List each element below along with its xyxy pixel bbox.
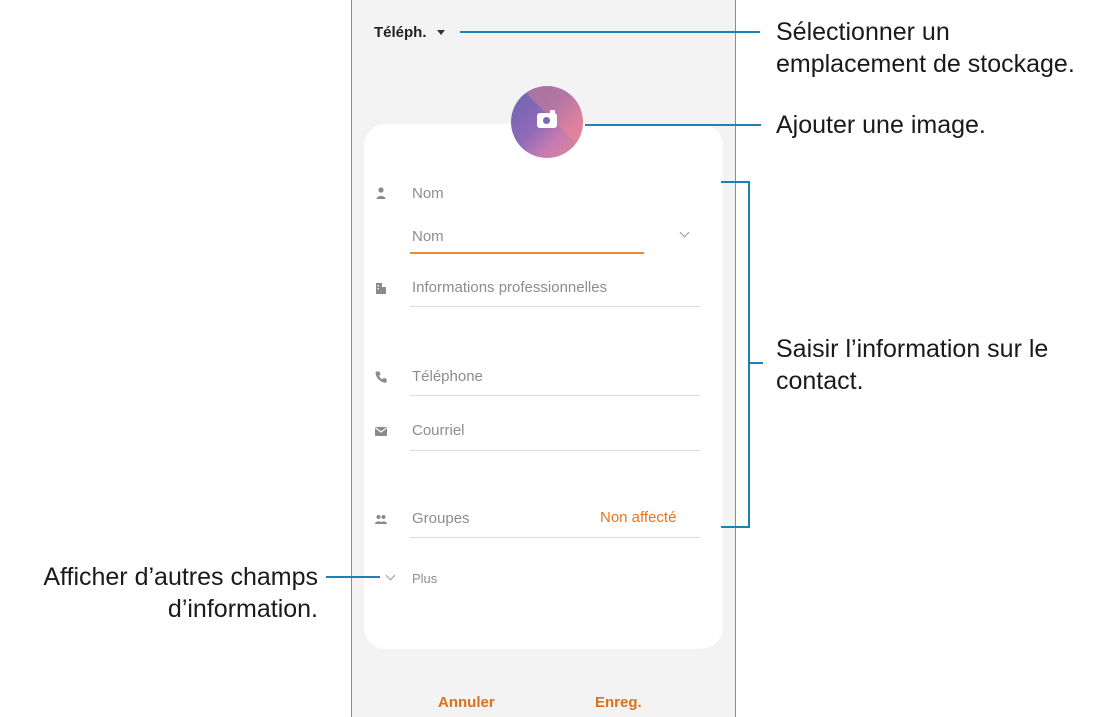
contact-editor-screen: Téléph. Nom Nom Informations professionn…	[351, 0, 736, 717]
groups-label: Groupes	[412, 510, 470, 527]
caret-down-icon	[436, 30, 445, 35]
more-callout: Afficher d’autres champs d’information.	[6, 561, 318, 625]
group-icon	[375, 515, 387, 524]
cancel-button[interactable]: Annuler	[438, 694, 495, 711]
image-callout: Ajouter une image.	[776, 111, 986, 139]
save-button[interactable]: Enreg.	[595, 694, 642, 711]
more-callout-line2: d’information.	[167, 595, 318, 623]
groups-value[interactable]: Non affecté	[600, 509, 676, 526]
organization-field[interactable]: Informations professionnelles	[412, 279, 607, 296]
building-icon	[376, 283, 386, 294]
phone-icon	[375, 371, 387, 383]
name-field[interactable]: Nom	[412, 228, 444, 245]
add-photo-button[interactable]	[511, 86, 583, 158]
more-callout-line1: Afficher d’autres champs	[43, 563, 318, 591]
email-field[interactable]: Courriel	[412, 422, 465, 439]
person-icon	[376, 187, 386, 199]
name-section-label: Nom	[412, 185, 444, 202]
organization-field-underline	[410, 306, 700, 307]
more-callout-line	[326, 576, 380, 578]
groups-field-underline	[410, 537, 700, 538]
image-callout-line	[585, 124, 761, 126]
storage-location-label: Téléph.	[374, 24, 427, 41]
envelope-icon	[375, 427, 387, 436]
storage-location-selector[interactable]: Téléph.	[374, 24, 445, 41]
phone-field-underline	[410, 395, 700, 396]
name-field-underline	[410, 252, 644, 254]
storage-callout-line	[460, 31, 760, 33]
storage-callout: Sélectionner un emplacement de stockage.	[776, 16, 1075, 80]
info-callout-line2: contact.	[776, 367, 864, 395]
email-field-underline	[410, 450, 700, 451]
camera-icon	[537, 110, 557, 128]
phone-field[interactable]: Téléphone	[412, 368, 483, 385]
info-bracket-vertical	[748, 181, 750, 528]
storage-callout-line1: Sélectionner un	[776, 18, 950, 46]
info-bracket-bottom	[721, 526, 749, 528]
info-callout: Saisir l’information sur le contact.	[776, 333, 1048, 397]
info-callout-line	[749, 362, 763, 364]
more-fields-button[interactable]: Plus	[412, 571, 437, 586]
storage-callout-line2: emplacement de stockage.	[776, 50, 1075, 78]
info-bracket-top	[721, 181, 749, 183]
info-callout-line1: Saisir l’information sur le	[776, 335, 1049, 363]
